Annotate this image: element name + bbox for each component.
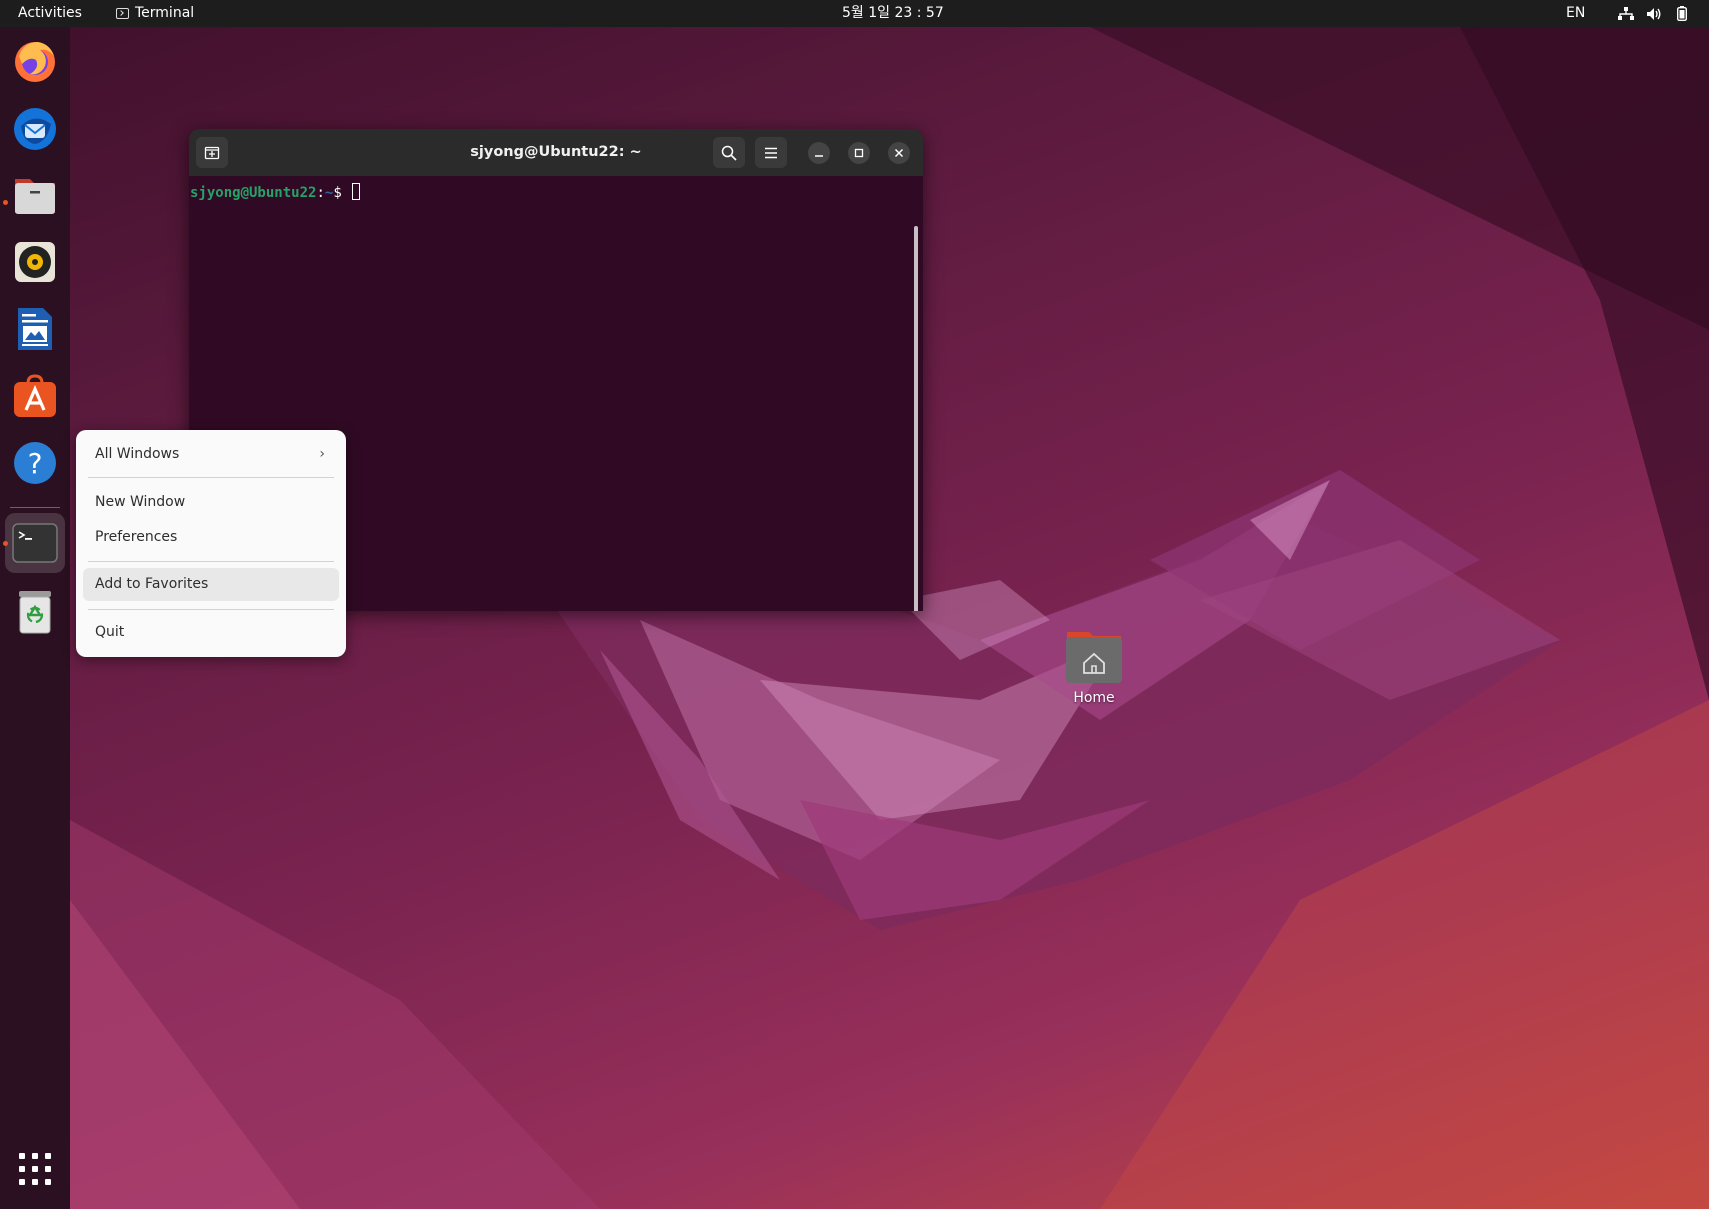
terminal-prompt: sjyong@Ubuntu22:~$ <box>190 183 361 201</box>
prompt-symbol: $ <box>333 185 342 201</box>
menu-item-all-windows[interactable]: All Windows › <box>83 438 339 471</box>
terminal-cursor <box>352 183 361 200</box>
dock-item-trash[interactable] <box>5 582 65 642</box>
dock-item-firefox[interactable] <box>5 31 65 91</box>
new-tab-button[interactable] <box>196 137 228 168</box>
maximize-icon <box>854 148 864 158</box>
dock-item-help[interactable]: ? <box>5 433 65 493</box>
menu-separator <box>88 477 334 478</box>
dock: ? <box>0 27 70 1209</box>
dock-item-thunderbird[interactable] <box>5 98 65 158</box>
prompt-user: sjyong@Ubuntu22 <box>190 185 317 201</box>
dock-item-writer[interactable] <box>5 299 65 359</box>
network-icon <box>1618 6 1634 22</box>
home-label: Home <box>1073 690 1115 706</box>
home-folder-icon <box>1066 632 1122 683</box>
clock[interactable]: 5월 1일 23 : 57 <box>842 0 944 27</box>
trash-icon <box>19 591 51 634</box>
libreoffice-writer-icon <box>18 308 52 350</box>
desktop-home-icon[interactable]: Home <box>1057 628 1131 714</box>
input-language-indicator[interactable]: EN <box>1566 0 1585 27</box>
minimize-button[interactable] <box>808 142 830 164</box>
terminal-scrollbar[interactable] <box>914 226 918 611</box>
menu-item-new-window[interactable]: New Window <box>83 486 339 519</box>
show-apps-grid-icon[interactable] <box>19 1153 51 1185</box>
chevron-right-icon: › <box>319 446 325 462</box>
thunderbird-icon <box>14 108 56 150</box>
menu-item-preferences[interactable]: Preferences <box>83 521 339 554</box>
terminal-icon <box>12 523 58 563</box>
menu-button[interactable] <box>755 137 787 168</box>
app-menu-label: Terminal <box>135 5 195 21</box>
dock-item-files[interactable] <box>5 165 65 225</box>
search-button[interactable] <box>713 137 745 168</box>
minimize-icon <box>815 155 823 157</box>
menu-item-add-to-favorites[interactable]: Add to Favorites <box>83 568 339 601</box>
new-tab-icon <box>204 146 220 159</box>
top-bar: Activities Terminal 5월 1일 23 : 57 EN <box>0 0 1709 27</box>
maximize-button[interactable] <box>848 142 870 164</box>
files-icon <box>15 179 55 214</box>
search-icon <box>721 145 737 161</box>
system-status-area[interactable] <box>1618 0 1690 27</box>
menu-item-label: All Windows <box>95 446 180 462</box>
dock-item-app-center[interactable] <box>5 366 65 426</box>
firefox-icon <box>15 42 55 82</box>
hamburger-menu-icon <box>765 147 777 158</box>
menu-separator <box>88 561 334 562</box>
dock-item-rhythmbox[interactable] <box>5 232 65 292</box>
help-icon: ? <box>14 442 56 484</box>
menu-item-quit[interactable]: Quit <box>83 616 339 649</box>
running-indicator <box>3 200 8 205</box>
running-indicator <box>3 541 8 546</box>
battery-icon <box>1674 6 1690 22</box>
dock-item-terminal[interactable] <box>5 513 65 573</box>
svg-text:?: ? <box>28 447 43 480</box>
dock-context-menu: All Windows › New Window Preferences Add… <box>76 430 346 657</box>
terminal-small-icon <box>116 8 129 19</box>
terminal-headerbar[interactable]: sjyong@Ubuntu22: ~ <box>189 129 923 176</box>
activities-button[interactable]: Activities <box>18 0 82 27</box>
prompt-separator: : <box>316 185 325 201</box>
app-center-icon <box>14 374 56 417</box>
menu-separator <box>88 609 334 610</box>
dock-separator <box>10 507 60 508</box>
close-button[interactable] <box>888 142 910 164</box>
app-menu[interactable]: Terminal <box>116 0 194 27</box>
rhythmbox-icon <box>15 242 55 282</box>
volume-icon <box>1646 6 1662 22</box>
close-icon <box>894 148 904 158</box>
